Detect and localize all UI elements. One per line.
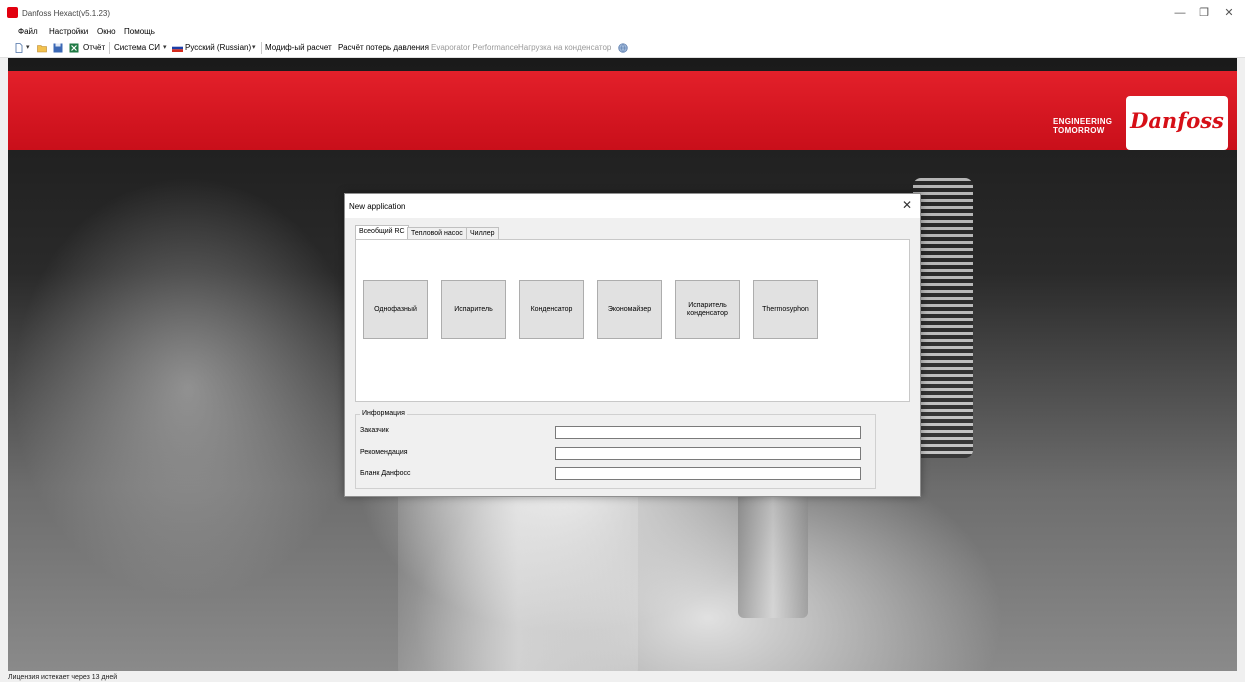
evaporator-condenser-button[interactable]: Испаритель конденсатор bbox=[675, 280, 740, 339]
button-label: Испаритель конденсатор bbox=[687, 301, 728, 317]
language-dropdown-arrow-icon[interactable]: ▾ bbox=[252, 43, 256, 51]
russia-flag-icon bbox=[172, 44, 183, 52]
recommendation-label: Рекомендация bbox=[360, 449, 408, 456]
button-label: Конденсатор bbox=[530, 305, 573, 313]
restore-button[interactable]: ❐ bbox=[1193, 5, 1215, 21]
danfoss-form-field[interactable] bbox=[555, 467, 861, 480]
window-title: Danfoss Hexact(v5.1.23) bbox=[22, 9, 111, 18]
condenser-load-button[interactable]: Нагрузка на конденсатор bbox=[518, 43, 611, 52]
background-glass-shape bbox=[398, 488, 638, 671]
condenser-button[interactable]: Конденсатор bbox=[519, 280, 584, 339]
background-threads-shape bbox=[913, 178, 973, 458]
app-logo-icon bbox=[7, 7, 18, 18]
toolbar: ▾ Отчёт Система СИ ▾ Русский (Russian) ▾… bbox=[0, 38, 1245, 58]
button-label: Thermosyphon bbox=[762, 305, 809, 313]
tagline-line2: TOMORROW bbox=[1053, 126, 1105, 135]
danfoss-form-label: Бланк Данфосс bbox=[360, 470, 411, 477]
window-titlebar: Danfoss Hexact(v5.1.23) — ❐ ✕ bbox=[0, 0, 1245, 26]
new-file-dropdown-icon[interactable]: ▾ bbox=[26, 43, 30, 51]
globe-icon[interactable] bbox=[618, 43, 628, 53]
customer-label: Заказчик bbox=[360, 427, 389, 434]
information-legend: Информация bbox=[360, 410, 407, 417]
menu-settings[interactable]: Настройки bbox=[49, 27, 88, 36]
open-folder-icon[interactable] bbox=[37, 43, 47, 53]
save-icon[interactable] bbox=[53, 43, 63, 53]
economizer-button[interactable]: Экономайзер bbox=[597, 280, 662, 339]
new-file-icon[interactable] bbox=[14, 43, 24, 53]
license-status-text: Лицензия истекает через 13 дней bbox=[8, 674, 118, 681]
report-button[interactable]: Отчёт bbox=[83, 43, 105, 52]
danfoss-banner: ENGINEERING TOMORROW Danfoss bbox=[8, 71, 1237, 150]
recommendation-field[interactable] bbox=[555, 447, 861, 460]
close-button[interactable]: ✕ bbox=[1218, 5, 1240, 21]
dialog-close-button[interactable]: ✕ bbox=[902, 198, 912, 212]
thermosyphon-button[interactable]: Thermosyphon bbox=[753, 280, 818, 339]
menu-bar: Файл Настройки Окно Помощь bbox=[0, 26, 1245, 38]
language-dropdown[interactable]: Русский (Russian) bbox=[185, 43, 251, 52]
single-phase-button[interactable]: Однофазный bbox=[363, 280, 428, 339]
banner-tagline: ENGINEERING TOMORROW bbox=[1053, 117, 1112, 135]
danfoss-logo: Danfoss bbox=[1126, 96, 1228, 150]
evaporator-button[interactable]: Испаритель bbox=[441, 280, 506, 339]
toolbar-separator bbox=[261, 42, 262, 54]
pressure-loss-button[interactable]: Расчёт потерь давления bbox=[338, 43, 429, 52]
dialog-title: New application bbox=[349, 202, 406, 211]
new-application-dialog: New application ✕ Всеобщий RC Тепловой н… bbox=[344, 193, 921, 497]
units-dropdown[interactable]: Система СИ bbox=[114, 43, 160, 52]
menu-window[interactable]: Окно bbox=[97, 27, 116, 36]
tab-panel: Однофазный Испаритель Конденсатор Эконом… bbox=[355, 239, 910, 402]
menu-file[interactable]: Файл bbox=[18, 27, 38, 36]
evaporator-performance-button[interactable]: Evaporator Performance bbox=[431, 43, 518, 52]
customer-field[interactable] bbox=[555, 426, 861, 439]
status-bar: Лицензия истекает через 13 дней bbox=[0, 671, 1245, 682]
units-dropdown-arrow-icon[interactable]: ▾ bbox=[163, 43, 167, 51]
menu-help[interactable]: Помощь bbox=[124, 27, 155, 36]
button-label: Испаритель bbox=[454, 305, 493, 313]
tagline-line1: ENGINEERING bbox=[1053, 117, 1113, 126]
logo-text: Danfoss bbox=[1130, 108, 1224, 133]
dialog-titlebar: New application ✕ bbox=[345, 194, 920, 218]
button-label: Однофазный bbox=[374, 305, 417, 313]
button-label: Экономайзер bbox=[607, 305, 652, 313]
toolbar-separator bbox=[109, 42, 110, 54]
tab-general-rc[interactable]: Всеобщий RC bbox=[355, 225, 409, 240]
minimize-button[interactable]: — bbox=[1169, 5, 1191, 21]
excel-icon[interactable] bbox=[69, 43, 79, 53]
modified-calc-button[interactable]: Модиф-ый расчет bbox=[265, 43, 332, 52]
information-group: Информация Заказчик Рекомендация Бланк Д… bbox=[355, 410, 876, 489]
